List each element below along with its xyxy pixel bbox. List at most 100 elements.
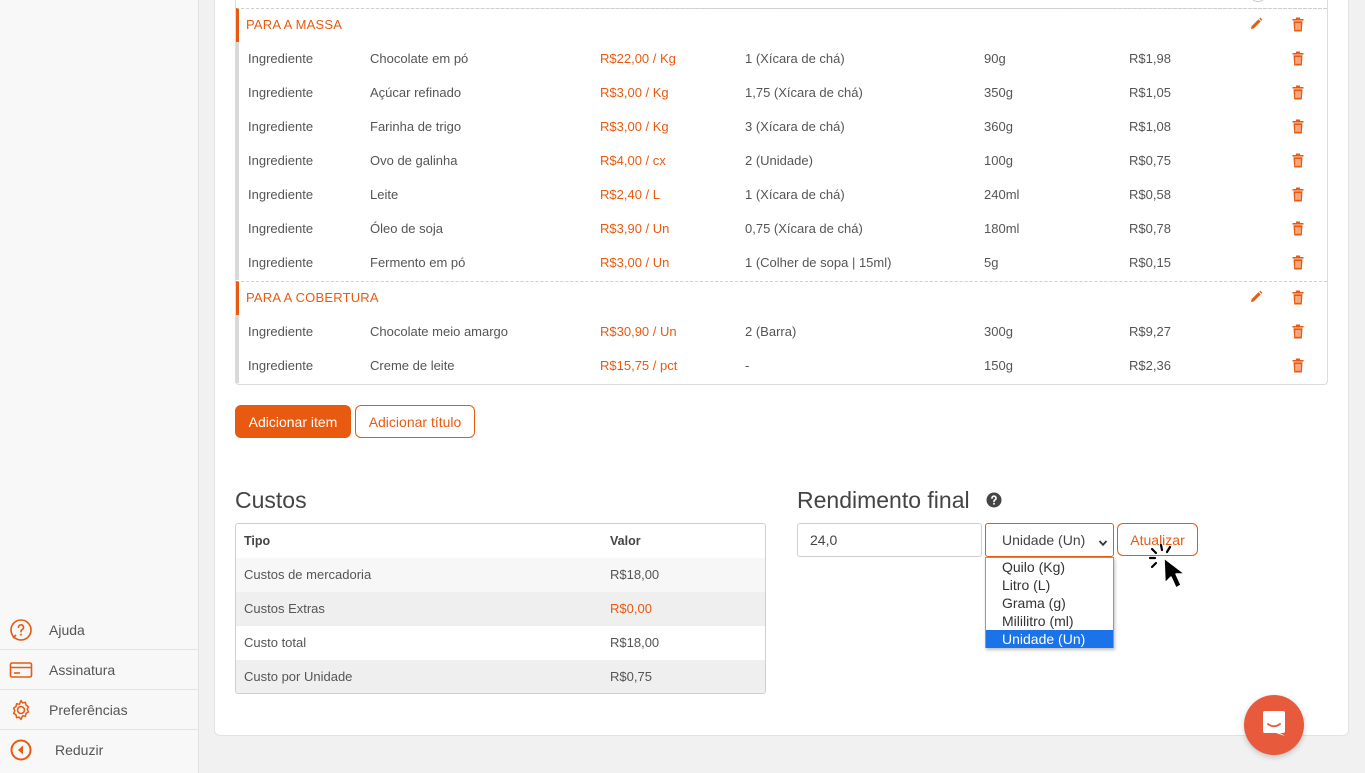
yield-heading: Rendimento final [797,487,970,514]
table-row: Ingrediente Óleo de soja R$3,90 / Un 0,7… [236,212,1327,246]
costs-heading: Custos [235,487,307,513]
trash-icon[interactable] [1292,187,1304,202]
trash-icon[interactable] [1292,51,1304,66]
cell-nome: Açúcar refinado [370,85,462,100]
chevron-down-icon [1098,535,1108,551]
cell-tipo: Ingrediente [248,85,314,100]
cell-tipo: Ingrediente [248,153,314,168]
trash-icon[interactable] [1292,290,1304,310]
sidebar-item-label: Ajuda [49,621,85,638]
question-icon[interactable] [986,492,1002,513]
cell-custo: R$1,08 [1129,119,1171,134]
cell-custo: R$0,78 [1129,221,1171,236]
cell-nome: Creme de leite [370,358,455,373]
sidebar-item-label: Assinatura [49,661,116,678]
cell-custo: R$0,75 [1129,153,1171,168]
yield-quantity-input[interactable]: 24,0 [797,523,982,557]
cell-quantidade: 2 (Barra) [745,324,797,339]
cell-tipo: Ingrediente [248,358,314,373]
cell-peso: 100g [984,153,1013,168]
help-icon [9,618,33,642]
trash-icon[interactable] [1292,153,1304,168]
trash-icon[interactable] [1292,85,1304,100]
unit-option[interactable]: Grama (g) [986,594,1113,612]
table-row: Ingrediente Farinha de trigo R$3,00 / Kg… [236,110,1327,144]
unit-option-selected[interactable]: Unidade (Un) [986,630,1113,648]
sidebar-item-label: Reduzir [55,742,104,758]
table-row: Ingrediente Chocolate em pó R$22,00 / Kg… [236,42,1327,76]
trash-icon[interactable] [1292,324,1304,339]
gear-icon [9,698,33,722]
chat-icon [1260,710,1288,741]
cursor-icon [1148,543,1200,598]
collapse-icon [9,738,33,762]
cell-preco[interactable]: R$3,00 / Kg [600,76,669,110]
cell-nome: Chocolate meio amargo [370,324,509,339]
cell-peso: 90g [984,51,1006,66]
cell-preco[interactable]: R$30,90 / Un [600,315,677,349]
table-row: Ingrediente Ovo de galinha R$4,00 / cx 2… [236,144,1327,178]
cell-custo: R$9,27 [1129,324,1171,339]
cell-quantidade: 1 (Xícara de chá) [745,187,845,202]
table-row: Custos de mercadoria R$18,00 [236,558,765,592]
trash-icon[interactable] [1292,358,1304,373]
trash-icon[interactable] [1292,17,1304,37]
pencil-icon[interactable] [1249,17,1263,36]
sidebar-item-reduzir[interactable]: Reduzir [0,730,198,770]
cell-tipo: Custos Extras [244,601,325,616]
trash-icon[interactable] [1292,221,1304,236]
sidebar: Ajuda Assinatura Preferências Reduzir [0,0,199,773]
cell-tipo: Ingrediente [248,119,314,134]
unit-option[interactable]: Mililitro (ml) [986,612,1113,630]
section-title-row: PARA A MASSA [236,8,1327,42]
cell-preco[interactable]: R$4,00 / cx [600,144,666,178]
cell-custo: R$1,05 [1129,85,1171,100]
cell-preco[interactable]: R$2,40 / L [600,178,660,212]
cell-tipo: Ingrediente [248,187,314,202]
cell-valor-link[interactable]: R$0,00 [610,592,652,626]
sidebar-item-assinatura[interactable]: Assinatura [0,650,198,690]
cell-peso: 350g [984,85,1013,100]
cell-valor: R$18,00 [610,567,660,582]
cell-preco[interactable]: R$3,00 / Un [600,246,669,280]
section-title: PARA A COBERTURA [246,290,379,305]
cell-valor: R$18,00 [610,635,660,650]
cell-peso: 240ml [984,187,1020,202]
pencil-icon[interactable] [1249,290,1263,309]
cell-tipo: Ingrediente [248,324,314,339]
yield-unit-select[interactable]: Unidade (Un) [985,523,1114,557]
table-row: Ingrediente Creme de leite R$15,75 / pct… [236,349,1327,383]
cell-custo: R$1,98 [1129,51,1171,66]
section-title-row: PARA A COBERTURA [236,281,1327,315]
cell-quantidade: 0,75 (Xícara de chá) [745,221,863,236]
table-row: Ingrediente Açúcar refinado R$3,00 / Kg … [236,76,1327,110]
trash-icon[interactable] [1292,119,1304,134]
trash-icon[interactable] [1292,255,1304,270]
unit-option[interactable]: Litro (L) [986,576,1113,594]
cell-quantidade: 1 (Xícara de chá) [745,51,845,66]
chat-launcher[interactable] [1244,695,1304,755]
table-row: Ingrediente Leite R$2,40 / L 1 (Xícara d… [236,178,1327,212]
table-row: Ingrediente Fermento em pó R$3,00 / Un 1… [236,246,1327,280]
cell-quantidade: 1 (Colher de sopa | 15ml) [745,255,892,270]
section-title: PARA A MASSA [246,17,343,32]
cell-preco[interactable]: R$3,00 / Kg [600,110,669,144]
sidebar-item-preferencias[interactable]: Preferências [0,690,198,730]
costs-table: Tipo Valor Custos de mercadoria R$18,00 … [235,523,766,694]
add-title-button[interactable]: Adicionar título [355,405,475,438]
cell-quantidade: 2 (Unidade) [745,153,813,168]
cell-peso: 360g [984,119,1013,134]
sidebar-item-ajuda[interactable]: Ajuda [0,610,198,650]
cell-tipo: Custo por Unidade [244,669,353,684]
cell-preco[interactable]: R$3,90 / Un [600,212,669,246]
cell-preco[interactable]: R$15,75 / pct [600,349,677,383]
credit-card-icon [9,658,33,682]
table-row: Custos Extras R$0,00 [236,592,765,626]
unit-option[interactable]: Quilo (Kg) [986,558,1113,576]
cell-quantidade: - [745,358,750,373]
table-row: Custo por Unidade R$0,75 [236,660,765,693]
cell-preco[interactable]: R$22,00 / Kg [600,42,676,76]
cell-nome: Fermento em pó [370,255,466,270]
selected-unit: Unidade (Un) [1002,532,1086,548]
add-item-button[interactable]: Adicionar item [235,405,351,438]
